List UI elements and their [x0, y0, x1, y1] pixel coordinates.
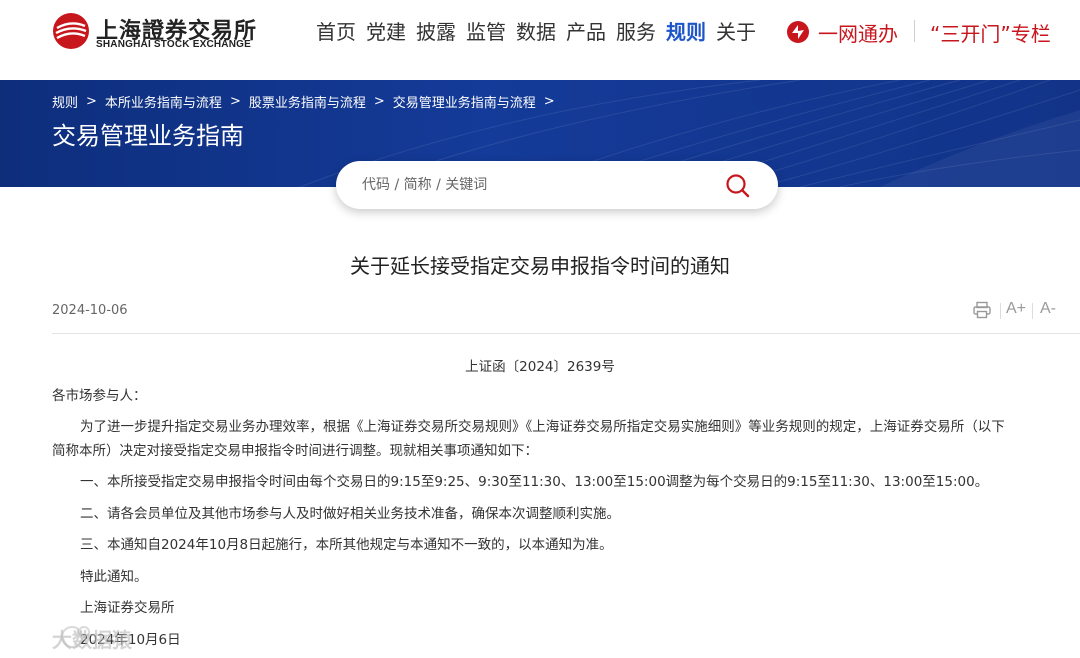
top-header: 上海證券交易所 SHANGHAI STOCK EXCHANGE 首页 党建 披露…: [0, 0, 1080, 80]
nav-data[interactable]: 数据: [516, 18, 556, 46]
search-box: [336, 161, 778, 209]
intro-paragraph-line: 简称本所）决定对接受指定交易申报指令时间进行调整。现就相关事项通知如下：: [52, 443, 538, 459]
yiwang-logo-icon: [787, 21, 809, 43]
chevron-right-icon: >: [229, 94, 241, 109]
font-decrease-button[interactable]: A-: [1040, 300, 1056, 318]
nav-party[interactable]: 党建: [366, 18, 406, 46]
header-divider: [914, 20, 915, 42]
sse-logo[interactable]: 上海證券交易所 SHANGHAI STOCK EXCHANGE: [52, 12, 256, 54]
nav-about[interactable]: 关于: [716, 18, 756, 46]
closing-text: 特此通知。: [80, 569, 148, 585]
nav-disclosure[interactable]: 披露: [416, 18, 456, 46]
watermark-text: 大数据猿: [52, 628, 132, 652]
breadcrumb-stock-guide[interactable]: 股票业务指南与流程: [249, 92, 366, 111]
nav-products[interactable]: 产品: [566, 18, 606, 46]
yiwang-link[interactable]: 一网通办: [786, 18, 898, 46]
font-increase-button[interactable]: A+: [1006, 300, 1026, 318]
salutation: 各市场参与人：: [52, 388, 147, 404]
search-icon[interactable]: [724, 172, 752, 200]
signature: 上海证券交易所: [80, 600, 175, 616]
chevron-right-icon: >: [373, 94, 385, 109]
yiwang-label: 一网通办: [818, 21, 898, 46]
intro-paragraph-line: 为了进一步提升指定交易业务办理效率，根据《上海证券交易所交易规则》《上海证券交易…: [80, 419, 1005, 435]
breadcrumb-trading-guide[interactable]: 交易管理业务指南与流程: [393, 92, 536, 111]
search-input[interactable]: [362, 171, 712, 199]
publish-date: 2024-10-06: [52, 303, 128, 318]
nav-home[interactable]: 首页: [316, 18, 356, 46]
toolbar-divider: [1032, 303, 1033, 319]
nav-supervision[interactable]: 监管: [466, 18, 506, 46]
page-title: 交易管理业务指南: [52, 122, 244, 150]
toolbar-divider: [1000, 303, 1001, 319]
print-icon[interactable]: [972, 300, 992, 320]
document-number: 上证函〔2024〕2639号: [465, 359, 615, 375]
breadcrumb-rules[interactable]: 规则: [52, 92, 78, 111]
nav-rules[interactable]: 规则: [666, 18, 706, 46]
breadcrumb: 规则 > 本所业务指南与流程 > 股票业务指南与流程 > 交易管理业务指南与流程…: [52, 92, 563, 111]
sse-logo-icon: [53, 13, 89, 49]
sankai-link[interactable]: “三开门”专栏: [930, 18, 1051, 46]
article-title: 关于延长接受指定交易申报指令时间的通知: [350, 254, 730, 278]
notice-item-2: 二、请各会员单位及其他市场参与人及时做好相关业务技术准备，确保本次调整顺利实施。: [80, 506, 620, 522]
notice-item-1: 一、本所接受指定交易申报指令时间由每个交易日的9:15至9:25、9:30至11…: [80, 474, 989, 490]
nav-services[interactable]: 服务: [616, 18, 656, 46]
main-nav: 首页 党建 披露 监管 数据 产品 服务 规则 关于: [316, 18, 766, 46]
breadcrumb-business-guide[interactable]: 本所业务指南与流程: [105, 92, 222, 111]
logo-english-name: SHANGHAI STOCK EXCHANGE: [96, 39, 251, 50]
chevron-right-icon: >: [86, 94, 97, 109]
chevron-right-icon: >: [543, 94, 555, 109]
meta-divider: [52, 333, 1080, 334]
notice-item-3: 三、本通知自2024年10月8日起施行，本所其他规定与本通知不一致的，以本通知为…: [80, 537, 613, 553]
